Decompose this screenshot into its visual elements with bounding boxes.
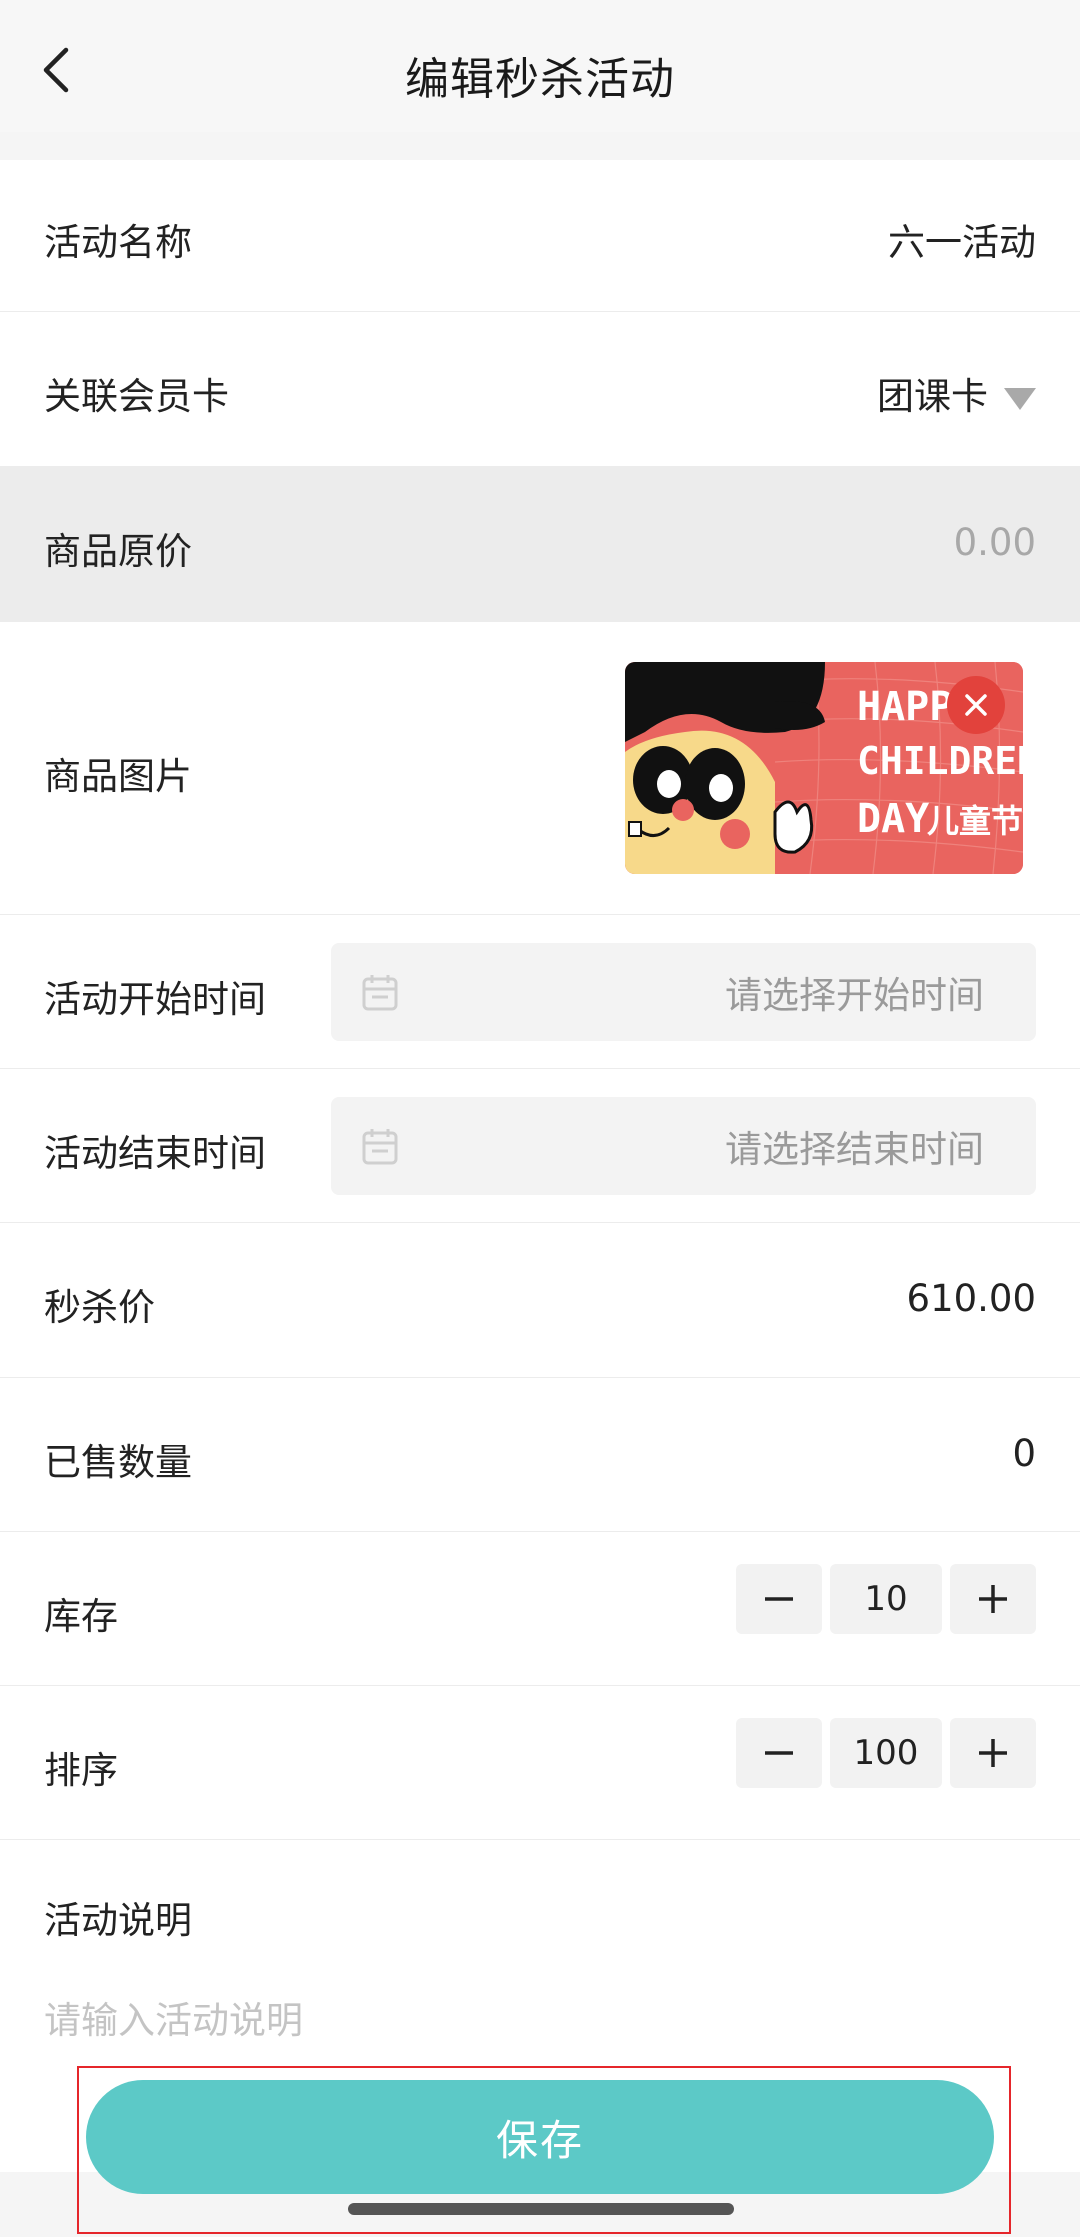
activity-name-value[interactable]: 六一活动 — [888, 212, 1036, 266]
stock-value[interactable]: 10 — [830, 1564, 942, 1634]
home-indicator — [348, 2203, 734, 2215]
page-title: 编辑秒杀活动 — [405, 54, 675, 105]
calendar-icon — [362, 1129, 398, 1165]
stock-row: 库存 10 — [0, 1532, 1080, 1686]
minus-icon — [765, 1751, 793, 1755]
end-time-placeholder: 请选择结束时间 — [725, 1128, 984, 1171]
product-image-thumbnail[interactable]: HAPPY CHILDREN'S DAY 儿童节 — [625, 662, 1023, 874]
start-time-placeholder: 请选择开始时间 — [725, 974, 984, 1017]
original-price-label: 商品原价 — [44, 530, 192, 573]
caret-down-icon — [1004, 387, 1036, 410]
plus-icon — [979, 1739, 1007, 1767]
start-time-label: 活动开始时间 — [44, 978, 266, 1021]
flash-price-row[interactable]: 秒杀价 610.00 — [0, 1223, 1080, 1378]
remove-image-button[interactable] — [947, 676, 1005, 734]
member-card-select[interactable]: 团课卡 — [877, 366, 1036, 420]
stock-decrement-button[interactable] — [736, 1564, 822, 1634]
activity-name-row[interactable]: 活动名称 六一活动 — [0, 160, 1080, 312]
stock-stepper: 10 — [736, 1564, 1036, 1634]
sort-row: 排序 100 — [0, 1686, 1080, 1840]
sort-value[interactable]: 100 — [830, 1718, 942, 1788]
image-text-childrens-day-cn: 儿童节 — [927, 802, 1023, 840]
start-time-picker[interactable]: 请选择开始时间 — [331, 943, 1036, 1041]
activity-name-label: 活动名称 — [44, 221, 192, 264]
sort-stepper: 100 — [736, 1718, 1036, 1788]
sold-count-label: 已售数量 — [44, 1441, 192, 1484]
stock-label: 库存 — [44, 1595, 118, 1638]
image-text-day: DAY — [857, 796, 929, 842]
activity-form: 活动名称 六一活动 关联会员卡 团课卡 商品原价 0.00 商品图片 HAPPY… — [0, 160, 1080, 2180]
plus-icon — [979, 1585, 1007, 1613]
end-time-row: 活动结束时间 请选择结束时间 — [0, 1069, 1080, 1223]
start-time-row: 活动开始时间 请选择开始时间 — [0, 915, 1080, 1069]
sort-decrement-button[interactable] — [736, 1718, 822, 1788]
sold-count-value[interactable]: 0 — [1012, 1432, 1036, 1475]
flash-price-label: 秒杀价 — [44, 1286, 155, 1329]
original-price-value: 0.00 — [953, 521, 1036, 564]
sort-increment-button[interactable] — [950, 1718, 1036, 1788]
product-image-label: 商品图片 — [44, 755, 192, 798]
sold-count-row[interactable]: 已售数量 0 — [0, 1378, 1080, 1532]
image-text-childrens: CHILDREN'S — [857, 739, 1023, 783]
save-button[interactable]: 保存 — [86, 2080, 994, 2194]
minus-icon — [765, 1597, 793, 1601]
description-input[interactable] — [44, 1985, 1004, 2055]
original-price-row: 商品原价 0.00 — [0, 467, 1080, 622]
end-time-picker[interactable]: 请选择结束时间 — [331, 1097, 1036, 1195]
member-card-label: 关联会员卡 — [44, 375, 229, 418]
member-card-row[interactable]: 关联会员卡 团课卡 — [0, 312, 1080, 467]
flash-price-value[interactable]: 610.00 — [907, 1277, 1036, 1320]
stock-increment-button[interactable] — [950, 1564, 1036, 1634]
calendar-icon — [362, 975, 398, 1011]
close-icon — [965, 694, 987, 716]
description-label: 活动说明 — [44, 1899, 192, 1942]
nav-bar: 编辑秒杀活动 — [0, 0, 1080, 132]
sort-label: 排序 — [44, 1749, 118, 1792]
member-card-value: 团课卡 — [877, 375, 988, 418]
product-image-row: 商品图片 HAPPY CHILDRE DAY 儿童节 — [0, 622, 1080, 915]
end-time-label: 活动结束时间 — [44, 1132, 266, 1175]
